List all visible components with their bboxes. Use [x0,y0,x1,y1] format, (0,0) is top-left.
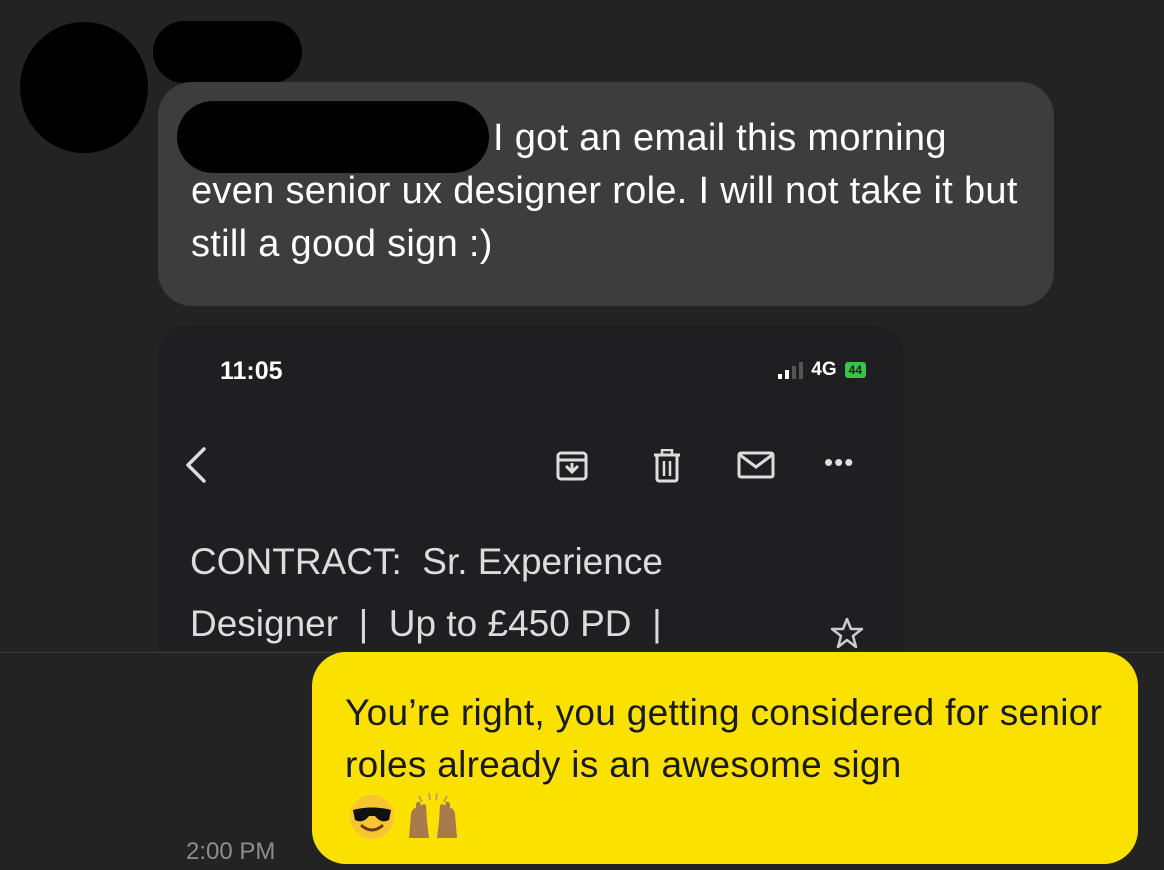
email-subject: CONTRACT: Sr. Experience Designer | Up t… [190,531,750,650]
signal-icon [778,361,804,379]
status-time: 11:05 [220,357,283,385]
attached-screenshot[interactable]: 11:05 4G 44 ••• CONTRACT: Sr. Experience… [158,325,904,650]
sunglasses-emoji-icon [350,795,394,839]
sender-name-redacted [153,21,302,83]
message-timestamp: 2:00 PM [186,838,276,865]
emoji-row [347,792,461,842]
battery-icon: 44 [844,362,866,378]
network-label: 4G [811,359,837,380]
archive-icon [556,451,588,481]
email-subject-line-2: Designer | Up to £450 PD | [190,603,662,644]
back-chevron-icon [186,447,206,483]
email-subject-line-1: CONTRACT: Sr. Experience [190,541,663,582]
outgoing-message-text: You’re right, you getting considered for… [345,692,1103,785]
mail-icon [737,451,775,479]
more-icon: ••• [824,447,855,477]
trash-icon [654,449,680,483]
status-indicators: 4G 44 [778,359,866,381]
avatar-redacted[interactable] [20,22,148,153]
outgoing-message-bubble[interactable]: You’re right, you getting considered for… [312,652,1138,864]
mention-redacted [177,101,489,173]
raising-hands-emoji-icon [409,792,457,838]
star-icon [830,617,864,649]
